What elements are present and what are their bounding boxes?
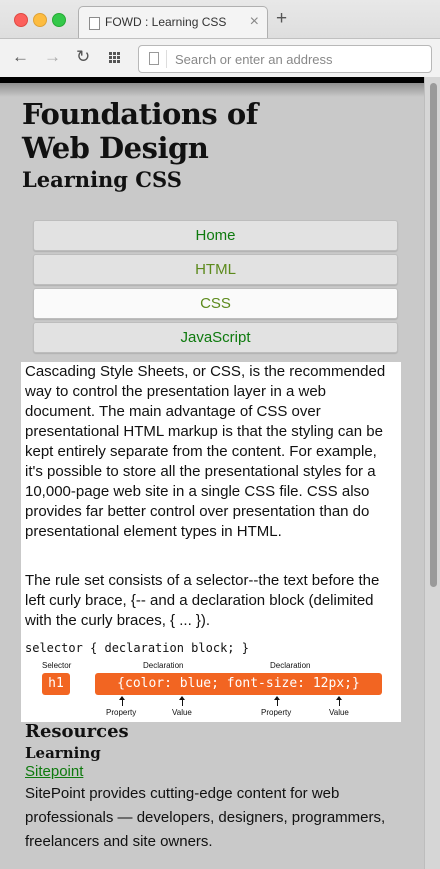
site-title: Foundations of Web Design	[22, 97, 258, 165]
declaration-label: Declaration	[270, 661, 311, 670]
page-icon	[89, 17, 100, 30]
reload-icon[interactable]: ↻	[76, 47, 90, 67]
vertical-scrollbar[interactable]	[424, 77, 440, 869]
address-bar[interactable]	[138, 45, 432, 73]
nav-item-home[interactable]: Home	[33, 220, 398, 251]
window-minimize-button[interactable]	[33, 13, 47, 27]
value-arrow-icon	[179, 696, 185, 706]
back-arrow-icon[interactable]: ←	[12, 47, 29, 67]
selector-label: Selector	[42, 661, 72, 670]
window-zoom-button[interactable]	[52, 13, 66, 27]
scrollbar-thumb[interactable]	[430, 83, 437, 587]
browser-chrome: FOWD : Learning CSS × + ← → ↻	[0, 0, 440, 77]
site-title-line-1: Foundations of	[22, 97, 258, 131]
divider	[166, 50, 167, 68]
property-arrow-icon	[119, 696, 125, 706]
grid-menu-icon[interactable]	[109, 52, 121, 64]
value-label: Value	[172, 708, 192, 717]
browser-toolbar: ← → ↻	[0, 38, 440, 77]
site-title-line-2: Web Design	[22, 131, 209, 165]
new-tab-button[interactable]: +	[276, 9, 287, 28]
browser-tab[interactable]: FOWD : Learning CSS ×	[78, 6, 268, 38]
property-label: Property	[261, 708, 292, 717]
nav-item-javascript[interactable]: JavaScript	[33, 322, 398, 353]
window-close-button[interactable]	[14, 13, 28, 27]
value-arrow-icon	[336, 696, 342, 706]
forward-arrow-icon[interactable]: →	[44, 47, 61, 67]
ruleset-paragraph: The rule set consists of a selector--the…	[25, 572, 380, 629]
selector-code-box: h1	[42, 673, 70, 695]
property-label: Property	[106, 708, 137, 717]
main-nav: Home HTML CSS JavaScript	[33, 220, 398, 356]
page-viewport: Foundations of Web Design Learning CSS H…	[0, 77, 440, 869]
declaration-label: Declaration	[143, 661, 184, 670]
resources-heading: Resources	[25, 721, 129, 742]
learning-subheading: Learning	[25, 744, 101, 762]
nav-item-css[interactable]: CSS	[33, 288, 398, 319]
syntax-code-line: selector { declaration block; }	[25, 641, 249, 655]
nav-item-html[interactable]: HTML	[33, 254, 398, 285]
page-top-gradient	[0, 83, 440, 97]
address-input[interactable]	[173, 49, 427, 69]
value-label: Value	[329, 708, 349, 717]
sitepoint-description: SitePoint provides cutting-edge content …	[25, 785, 386, 850]
property-arrow-icon	[274, 696, 280, 706]
page-subtitle: Learning CSS	[22, 167, 182, 192]
tab-close-icon[interactable]: ×	[250, 13, 259, 31]
content-panel: Cascading Style Sheets, or CSS, is the r…	[21, 362, 401, 722]
intro-paragraph: Cascading Style Sheets, or CSS, is the r…	[25, 363, 386, 540]
declaration-code-box: {color: blue; font-size: 12px;}	[95, 673, 382, 695]
page-icon	[149, 52, 159, 65]
tab-title: FOWD : Learning CSS	[105, 15, 227, 29]
sitepoint-link[interactable]: Sitepoint	[25, 762, 83, 782]
